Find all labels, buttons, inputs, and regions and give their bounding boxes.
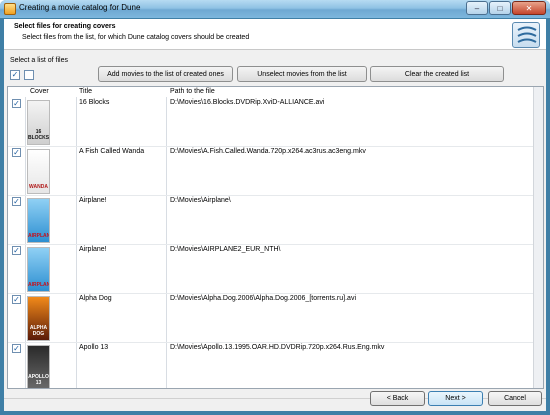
cover-text: APOLLO 13: [28, 374, 49, 386]
row-checkbox[interactable]: ✓: [12, 148, 21, 157]
row-title: Alpha Dog: [79, 295, 112, 302]
cover-text: ALPHA DOG: [29, 325, 48, 337]
row-title: A Fish Called Wanda: [79, 148, 145, 155]
cover-text: 16 BLOCKS: [28, 129, 50, 141]
app-icon: [4, 3, 16, 15]
row-path: D:\Movies\Alpha.Dog.2006\Alpha.Dog.2006_…: [170, 295, 356, 302]
row-checkbox[interactable]: ✓: [12, 99, 21, 108]
close-button[interactable]: ✕: [512, 1, 546, 15]
check-all-checkbox[interactable]: ✓: [10, 70, 20, 80]
cover-image: APOLLO 13: [27, 345, 50, 388]
header-title: Select files for creating covers: [14, 23, 116, 30]
minimize-button[interactable]: –: [466, 1, 488, 15]
row-title: 16 Blocks: [79, 99, 110, 106]
column-title[interactable]: Title: [79, 88, 92, 95]
cover-text: AIRPLANE!: [28, 282, 50, 288]
row-path: D:\Movies\AIRPLANE2_EUR_NTH\: [170, 246, 281, 253]
title-bar[interactable]: Creating a movie catalog for Dune – □ ✕: [0, 0, 550, 18]
next-button[interactable]: Next >: [428, 391, 483, 406]
table-row[interactable]: ✓ ALPHA DOG Alpha Dog D:\Movies\Alpha.Do…: [8, 294, 543, 343]
uncheck-all-checkbox[interactable]: [24, 70, 34, 80]
cover-image: WANDA: [27, 149, 50, 194]
row-title: Airplane!: [79, 246, 107, 253]
cover-image: AIRPLANE!: [27, 247, 50, 292]
header-subtitle: Select files from the list, for which Du…: [22, 34, 250, 41]
maximize-button[interactable]: □: [489, 1, 511, 15]
cover-text: AIRPLANE!: [28, 233, 50, 239]
table-row[interactable]: ✓ WANDA A Fish Called Wanda D:\Movies\A.…: [8, 147, 543, 196]
wizard-header: Select files for creating covers Select …: [4, 19, 546, 50]
cover-image: 16 BLOCKS: [27, 100, 50, 145]
row-checkbox[interactable]: ✓: [12, 295, 21, 304]
dialog-client: Select files for creating covers Select …: [4, 19, 546, 411]
column-path[interactable]: Path to the file: [170, 88, 215, 95]
cancel-button[interactable]: Cancel: [488, 391, 542, 406]
grid-header: Cover Title Path to the file: [8, 87, 543, 97]
window-title: Creating a movie catalog for Dune: [19, 3, 141, 12]
cover-image: AIRPLANE!: [27, 198, 50, 243]
table-row[interactable]: ✓ AIRPLANE! Airplane! D:\Movies\Airplane…: [8, 196, 543, 245]
row-title: Apollo 13: [79, 344, 109, 351]
table-row[interactable]: ✓ 16 BLOCKS 16 Blocks D:\Movies\16.Block…: [8, 98, 543, 147]
table-row[interactable]: ✓ APOLLO 13 Apollo 13 D:\Movies\Apollo.1…: [8, 343, 543, 388]
vertical-scrollbar[interactable]: [533, 87, 543, 388]
clear-list-button[interactable]: Clear the created list: [370, 66, 504, 82]
add-movies-button[interactable]: Add movies to the list of created ones: [98, 66, 233, 82]
row-checkbox[interactable]: ✓: [12, 246, 21, 255]
unselect-movies-button[interactable]: Unselect movies from the list: [237, 66, 367, 82]
row-checkbox[interactable]: ✓: [12, 197, 21, 206]
table-row[interactable]: ✓ AIRPLANE! Airplane! D:\Movies\AIRPLANE…: [8, 245, 543, 294]
column-cover[interactable]: Cover: [30, 88, 49, 95]
row-checkbox[interactable]: ✓: [12, 344, 21, 353]
back-button[interactable]: < Back: [370, 391, 425, 406]
row-path: D:\Movies\A.Fish.Called.Wanda.720p.x264.…: [170, 148, 366, 155]
row-title: Airplane!: [79, 197, 107, 204]
row-path: D:\Movies\16.Blocks.DVDRip.XviD-ALLIANCE…: [170, 99, 325, 106]
row-path: D:\Movies\Airplane\: [170, 197, 231, 204]
window-controls: – □ ✕: [466, 1, 546, 15]
files-grid[interactable]: Cover Title Path to the file ✓ 16 BLOCKS…: [7, 86, 544, 389]
dune-logo-icon: [512, 22, 540, 48]
cover-image: ALPHA DOG: [27, 296, 50, 341]
cover-text: WANDA: [29, 184, 48, 190]
select-list-label: Select a list of files: [10, 57, 68, 64]
row-path: D:\Movies\Apollo.13.1995.OAR.HD.DVDRip.7…: [170, 344, 385, 351]
app-window: Creating a movie catalog for Dune – □ ✕ …: [0, 0, 550, 415]
